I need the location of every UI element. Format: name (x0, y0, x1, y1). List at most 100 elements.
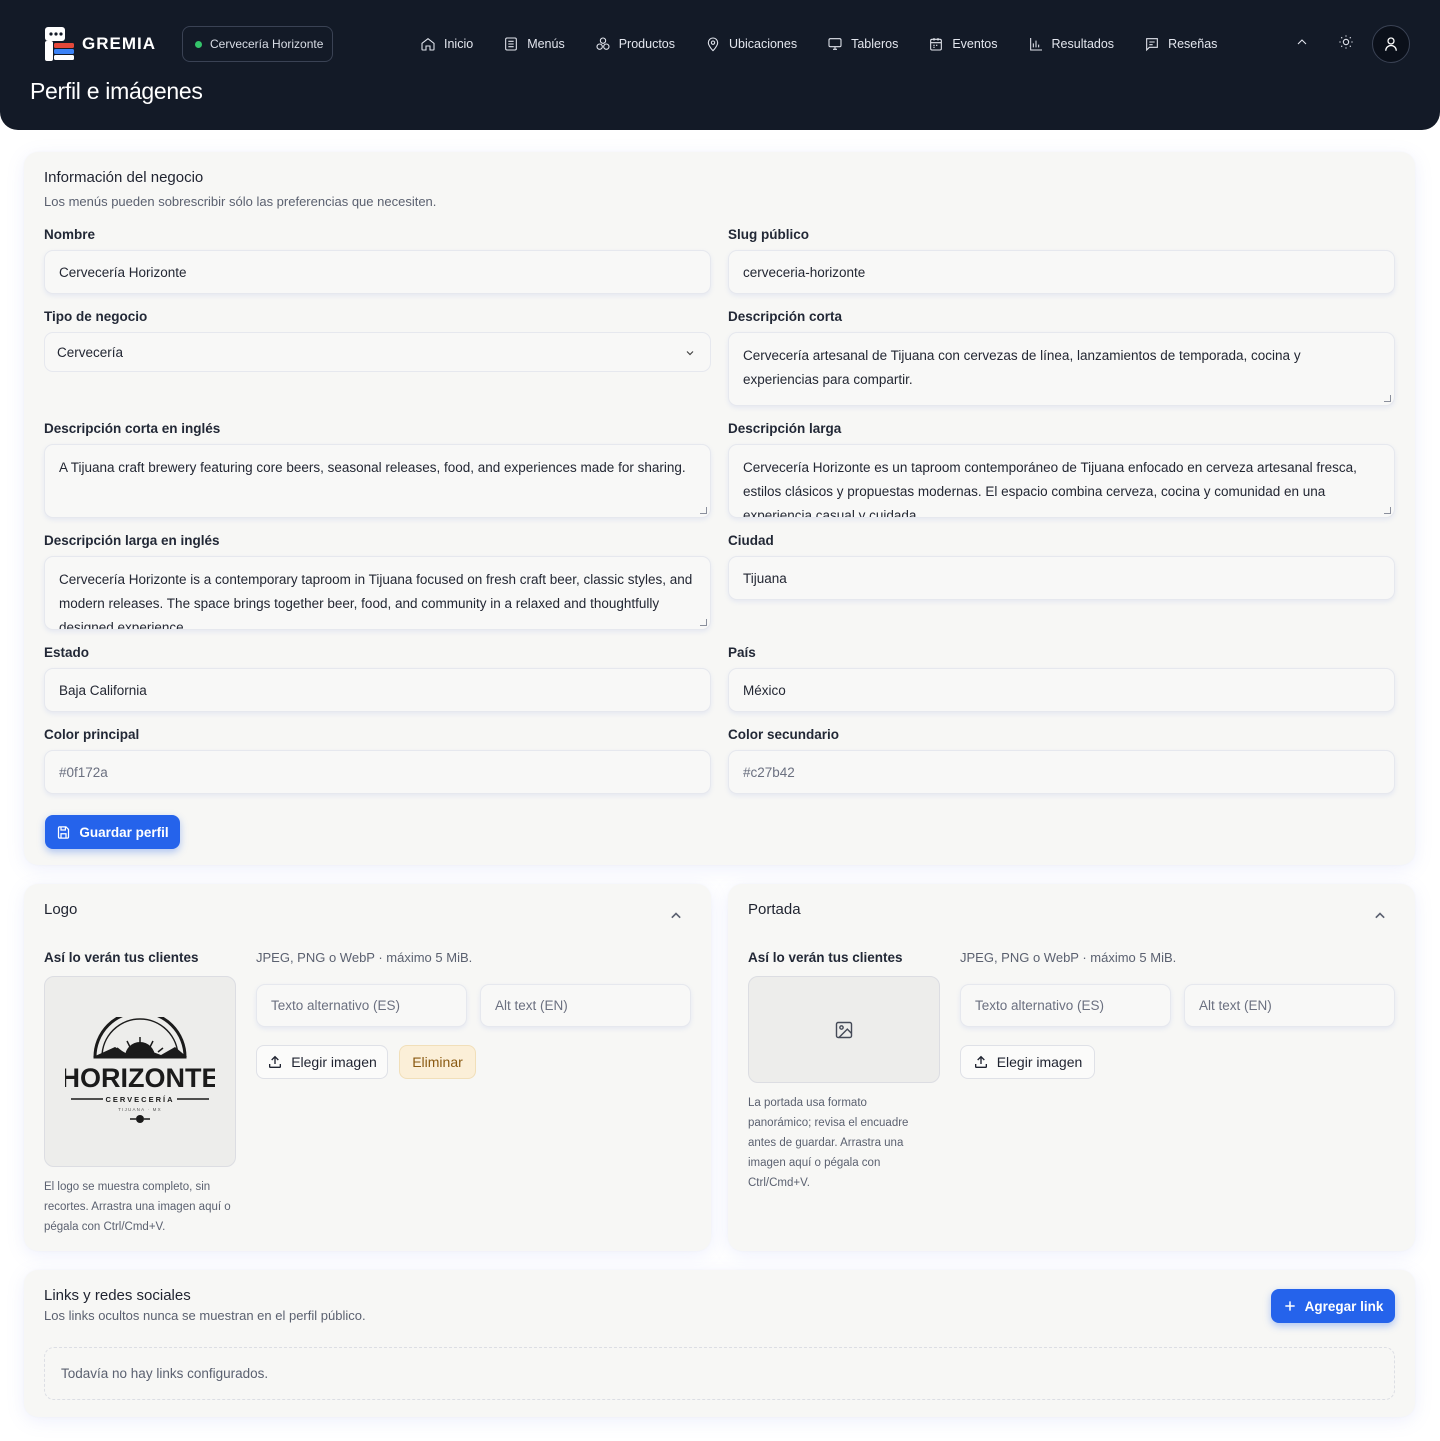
slug-input[interactable]: cerveceria-horizonte (728, 250, 1395, 294)
city-input[interactable]: Tijuana (728, 556, 1395, 600)
links-card: Links y redes sociales Los links ocultos… (24, 1270, 1415, 1417)
cover-hint: La portada usa formato panorámico; revis… (748, 1097, 909, 1189)
collapse-header-button[interactable] (1294, 34, 1314, 54)
calendar-icon (930, 38, 943, 51)
nav-label: Inicio (444, 37, 474, 51)
add-link-label: Agregar link (1304, 1298, 1384, 1314)
save-disk-icon (58, 825, 70, 839)
nav-label: Resultados (1051, 37, 1115, 51)
user-avatar-button[interactable] (1372, 25, 1410, 63)
save-profile-label: Guardar perfil (79, 824, 169, 840)
logo-remove-label: Eliminar (412, 1054, 463, 1070)
resize-handle[interactable] (1384, 507, 1391, 514)
short-description-en-textarea[interactable]: A Tijuana craft brewery featuring core b… (44, 444, 711, 518)
short-description-value: Cervecería artesanal de Tijuana con cerv… (743, 348, 1301, 387)
logo-alt-es-input[interactable]: Texto alternativo (ES) (256, 984, 467, 1027)
country-input[interactable]: México (728, 668, 1395, 712)
short-description-en-value: A Tijuana craft brewery featuring core b… (59, 460, 686, 475)
save-profile-button[interactable]: Guardar perfil (45, 815, 180, 849)
brand-logo[interactable]: GREMIA (44, 26, 156, 62)
location-pin-icon (707, 37, 719, 52)
long-description-en-label: Descripción larga en inglés (44, 533, 220, 548)
review-icon (1146, 38, 1158, 52)
secondary-color-placeholder: #c27b42 (743, 764, 795, 780)
products-icon (596, 37, 610, 50)
logo-alt-en-input[interactable]: Alt text (EN) (480, 984, 691, 1027)
long-description-textarea[interactable]: Cervecería Horizonte es un taproom conte… (728, 444, 1395, 518)
bar-chart-icon (1029, 38, 1042, 51)
logo-choose-image-button[interactable]: Elegir imagen (256, 1045, 388, 1079)
nav-label: Eventos (952, 37, 998, 51)
state-value: Baja California (59, 682, 147, 698)
secondary-color-label: Color secundario (728, 727, 840, 742)
logo-formats: JPEG, PNG o WebP · máximo 5 MiB. (256, 950, 473, 965)
nav-item-resenas[interactable]: Reseñas (1144, 34, 1217, 54)
logo-alt-es-placeholder: Texto alternativo (ES) (271, 998, 401, 1013)
primary-color-placeholder: #0f172a (59, 764, 108, 780)
nav-label: Reseñas (1168, 37, 1218, 51)
business-type-select[interactable]: Cervecería (44, 332, 711, 372)
business-selector[interactable]: Cervecería Horizonte (182, 26, 333, 62)
resize-handle[interactable] (700, 619, 707, 626)
chevron-down-icon (686, 351, 694, 356)
cover-preview[interactable] (748, 976, 940, 1083)
brand-name: GREMIA (82, 34, 156, 53)
chevron-up-icon[interactable] (1370, 906, 1390, 926)
links-empty-state: Todavía no hay links configurados. (44, 1347, 1395, 1400)
nav-label: Ubicaciones (729, 37, 798, 51)
secondary-color-input[interactable]: #c27b42 (728, 750, 1395, 794)
business-type-label: Tipo de negocio (44, 309, 148, 324)
business-name: Cervecería Horizonte (210, 37, 324, 51)
nav-item-menus[interactable]: Menús (503, 34, 565, 54)
cover-alt-en-input[interactable]: Alt text (EN) (1184, 984, 1395, 1027)
nav-item-ubicaciones[interactable]: Ubicaciones (705, 34, 797, 54)
monitor-icon (828, 38, 842, 50)
cover-title: Portada (748, 901, 801, 918)
main-nav: Inicio Menús Productos Ubicaciones Table… (420, 34, 1247, 54)
links-empty-text: Todavía no hay links configurados. (61, 1366, 269, 1381)
long-description-value: Cervecería Horizonte es un taproom conte… (743, 460, 1357, 518)
name-input[interactable]: Cervecería Horizonte (44, 250, 711, 294)
logo-remove-button[interactable]: Eliminar (399, 1045, 476, 1079)
resize-handle[interactable] (700, 507, 707, 514)
image-placeholder-icon (835, 1021, 853, 1038)
logo-city: TIJUANA · MX (118, 1107, 162, 1112)
menu-list-icon (505, 37, 518, 51)
page-title: Perfil e imágenes (30, 78, 203, 104)
state-input[interactable]: Baja California (44, 668, 711, 712)
cover-preview-label: Así lo verán tus clientes (748, 950, 903, 965)
nav-item-productos[interactable]: Productos (595, 34, 675, 54)
theme-toggle-button[interactable] (1338, 34, 1358, 54)
cover-choose-image-button[interactable]: Elegir imagen (960, 1045, 1095, 1079)
cover-alt-es-placeholder: Texto alternativo (ES) (975, 998, 1105, 1013)
nav-item-eventos[interactable]: Eventos (928, 34, 998, 54)
business-info-card: Información del negocio Los menús pueden… (24, 152, 1415, 865)
slug-value: cerveceria-horizonte (743, 264, 866, 280)
cover-alt-es-input[interactable]: Texto alternativo (ES) (960, 984, 1171, 1027)
active-status-dot (195, 40, 202, 48)
gremia-logo-icon (44, 26, 76, 62)
nav-item-inicio[interactable]: Inicio (420, 34, 473, 54)
add-link-button[interactable]: Agregar link (1271, 1289, 1395, 1323)
nav-item-resultados[interactable]: Resultados (1028, 34, 1115, 54)
nav-label: Menús (527, 37, 565, 51)
cover-formats: JPEG, PNG o WebP · máximo 5 MiB. (960, 950, 1177, 965)
nav-item-tableros[interactable]: Tableros (827, 34, 898, 54)
resize-handle[interactable] (1384, 395, 1391, 402)
section-title: Información del negocio (44, 169, 204, 186)
short-description-textarea[interactable]: Cervecería artesanal de Tijuana con cerv… (728, 332, 1395, 406)
logo-preview[interactable]: HORIZONTE CERVECERÍA TIJUANA · MX (44, 976, 236, 1167)
long-description-en-textarea[interactable]: Cervecería Horizonte is a contemporary t… (44, 556, 711, 630)
logo-wordmark: HORIZONTE (65, 1063, 215, 1093)
sun-icon (1339, 35, 1353, 49)
chevron-up-icon[interactable] (666, 906, 686, 926)
country-value: México (743, 682, 786, 698)
user-icon (1385, 37, 1397, 51)
cover-choose-label: Elegir imagen (996, 1054, 1083, 1070)
long-description-en-value: Cervecería Horizonte is a contemporary t… (59, 572, 693, 630)
logo-alt-en-placeholder: Alt text (EN) (495, 998, 568, 1013)
city-value: Tijuana (743, 570, 787, 586)
logo-title: Logo (44, 901, 78, 918)
primary-color-input[interactable]: #0f172a (44, 750, 711, 794)
chevron-up-icon (1297, 39, 1307, 45)
